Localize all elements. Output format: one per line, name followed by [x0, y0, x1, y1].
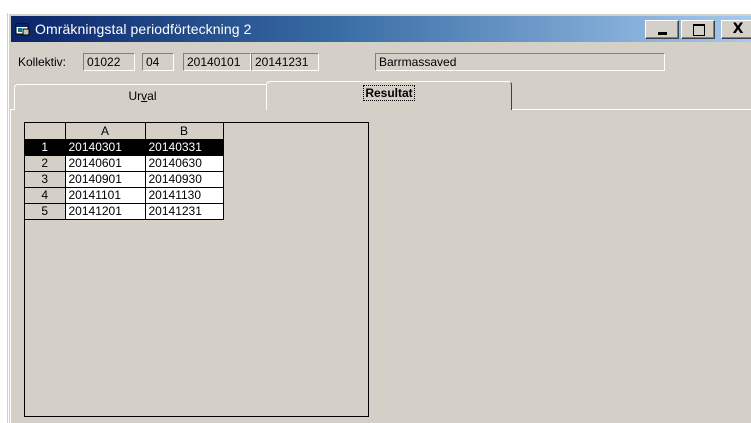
column-header-a[interactable]: A [65, 123, 146, 140]
cell-b[interactable]: 20140930 [145, 171, 224, 188]
row-number[interactable]: 5 [25, 203, 66, 220]
cell-a[interactable]: 20140301 [65, 139, 146, 156]
table-row[interactable]: 2 20140601 20140630 [25, 155, 224, 172]
row-number[interactable]: 4 [25, 187, 66, 204]
tab-urval-label: Urval [128, 89, 157, 103]
column-header-b[interactable]: B [145, 123, 224, 140]
description-field: Barrmassaved [375, 53, 665, 71]
table-row[interactable]: 1 20140301 20140331 [25, 139, 224, 156]
row-number[interactable]: 3 [25, 171, 66, 188]
tab-urval[interactable]: Urval [14, 84, 271, 110]
cell-b[interactable]: 20141231 [145, 203, 224, 220]
cell-a[interactable]: 20140601 [65, 155, 146, 172]
row-number[interactable]: 1 [25, 139, 66, 156]
result-grid[interactable]: A B 1 20140301 20140331 2 20140601 20140… [24, 122, 369, 417]
minimize-icon [658, 32, 667, 35]
cell-b[interactable]: 20140331 [145, 139, 224, 156]
date-from-field: 20140101 [183, 53, 251, 71]
tab-resultat[interactable]: Resultat [266, 81, 512, 110]
minimize-button[interactable] [645, 20, 679, 39]
table-row[interactable]: 4 20141101 20141130 [25, 187, 224, 204]
close-button[interactable]: X [721, 20, 751, 39]
row-number[interactable]: 2 [25, 155, 66, 172]
cell-b[interactable]: 20140630 [145, 155, 224, 172]
date-to-field: 20141231 [251, 53, 319, 71]
kollektiv-label: Kollektiv: [18, 55, 67, 69]
main-window: Omräkningstal periodförteckning 2 X Koll… [7, 13, 751, 423]
app-icon [15, 22, 31, 36]
cell-a[interactable]: 20140901 [65, 171, 146, 188]
window-title: Omräkningstal periodförteckning 2 [35, 21, 252, 37]
close-icon: X [732, 21, 744, 37]
kollektiv-code-field: 01022 [83, 53, 135, 71]
cell-b[interactable]: 20141130 [145, 187, 224, 204]
title-bar[interactable]: Omräkningstal periodförteckning 2 X [11, 16, 751, 42]
maximize-button[interactable] [681, 20, 715, 39]
cell-a[interactable]: 20141201 [65, 203, 146, 220]
grid-corner-cell[interactable] [25, 123, 66, 140]
table-row[interactable]: 3 20140901 20140930 [25, 171, 224, 188]
panel-edge [10, 110, 11, 423]
result-table: A B 1 20140301 20140331 2 20140601 20140… [25, 123, 224, 220]
kollektiv-sub-field: 04 [142, 53, 174, 71]
tab-resultat-label: Resultat [363, 85, 415, 101]
maximize-icon [693, 24, 705, 36]
cell-a[interactable]: 20141101 [65, 187, 146, 204]
grid-header-row: A B [25, 123, 224, 140]
table-row[interactable]: 5 20141201 20141231 [25, 203, 224, 220]
